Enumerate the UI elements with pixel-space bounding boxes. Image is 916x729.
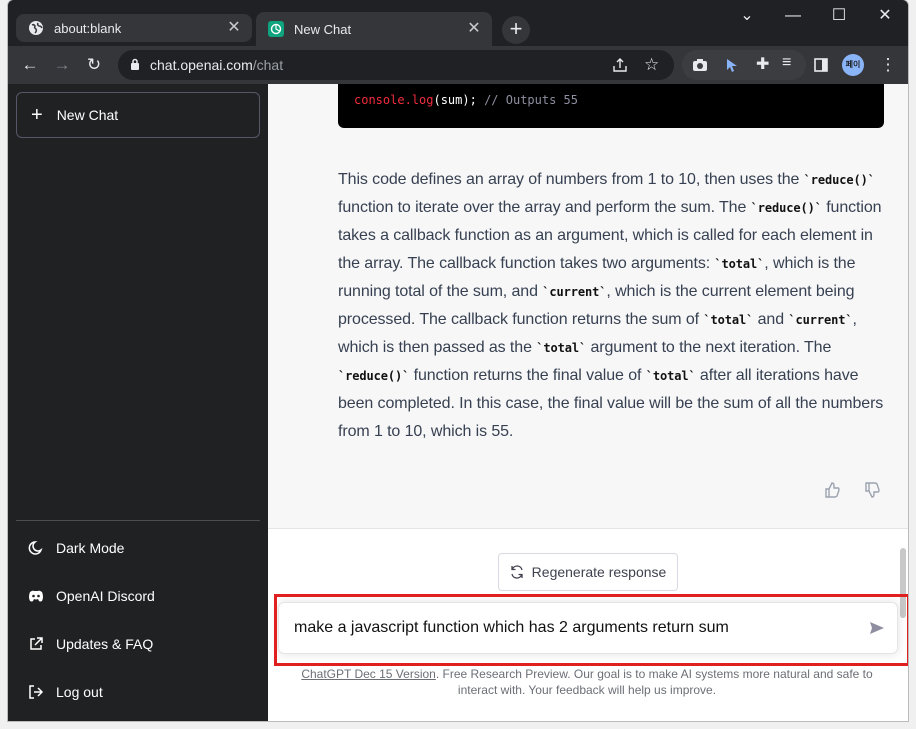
new-tab-button[interactable]: +	[502, 16, 530, 44]
answer-text-segment: function to iterate over the array and p…	[338, 199, 751, 216]
inline-code: `total`	[703, 313, 754, 327]
code-line: console.log(sum); // Outputs 55	[338, 84, 884, 116]
sidebar-item-label: OpenAI Discord	[56, 588, 155, 604]
footer-text: . Free Research Preview. Our goal is to …	[435, 667, 873, 697]
tab-strip: about:blank ✕ New Chat ✕ + ⌄ — ☐ ✕	[8, 0, 908, 46]
logout-icon	[29, 685, 44, 699]
tab-search-chevron-icon[interactable]: ⌄	[724, 4, 770, 28]
inline-code: `reduce()`	[803, 173, 875, 187]
version-link[interactable]: ChatGPT Dec 15 Version	[301, 667, 436, 681]
code-function: console.log	[354, 93, 434, 107]
plus-icon: +	[31, 104, 43, 126]
regenerate-response-button[interactable]: Regenerate response	[498, 553, 678, 591]
share-icon[interactable]	[612, 57, 628, 73]
tab-close-icon[interactable]: ✕	[226, 20, 242, 36]
answer-text-segment: function returns the final value of	[409, 367, 646, 384]
openai-logo-icon	[268, 21, 284, 37]
sidebar-divider	[16, 520, 260, 521]
sidebar: + New Chat Dark Mode OpenAI Discord Upda…	[8, 84, 268, 721]
tab-label: about:blank	[54, 20, 122, 36]
assistant-message: console.log(sum); // Outputs 55 This cod…	[268, 84, 908, 528]
highlight-box	[274, 594, 908, 666]
address-bar[interactable]: chat.openai.com/chat ☆	[118, 50, 674, 80]
inline-code: `current`	[788, 313, 853, 327]
tab-new-chat[interactable]: New Chat ✕	[256, 12, 492, 46]
close-window-button[interactable]: ✕	[862, 4, 908, 28]
extensions-group: ✚ ≡	[682, 50, 806, 80]
sidebar-item-dark-mode[interactable]: Dark Mode	[16, 526, 260, 570]
footer-disclaimer: ChatGPT Dec 15 Version. Free Research Pr…	[292, 666, 882, 698]
minimize-button[interactable]: —	[770, 4, 816, 28]
menu-kebab-icon[interactable]: ⋮	[874, 51, 902, 79]
code-comment: // Outputs 55	[484, 93, 578, 107]
back-arrow-icon[interactable]: ←	[16, 51, 44, 79]
answer-text-segment: This code defines an array of numbers fr…	[338, 171, 804, 188]
answer-text-segment: argument to the next iteration. The	[586, 339, 832, 356]
bookmark-star-icon[interactable]: ☆	[644, 50, 659, 80]
moon-icon	[28, 541, 43, 555]
external-link-icon	[30, 637, 43, 650]
browser-window: about:blank ✕ New Chat ✕ + ⌄ — ☐ ✕ ← → ↻	[8, 0, 908, 721]
inline-code: `total`	[536, 341, 587, 355]
reload-icon[interactable]: ↻	[80, 51, 108, 79]
code-block: console.log(sum); // Outputs 55	[338, 84, 884, 128]
media-queue-icon[interactable]: ≡	[782, 54, 791, 72]
answer-paragraph: This code defines an array of numbers fr…	[338, 166, 888, 446]
sidebar-item-updates-faq[interactable]: Updates & FAQ	[16, 622, 260, 666]
inline-code: `total`	[714, 257, 765, 271]
maximize-button[interactable]: ☐	[816, 4, 862, 28]
message-separator	[268, 528, 908, 529]
inline-code: `current`	[542, 285, 607, 299]
inline-code: `reduce()`	[750, 201, 822, 215]
new-chat-label: New Chat	[56, 107, 119, 123]
refresh-icon	[511, 565, 523, 579]
side-panel-icon[interactable]	[814, 58, 828, 72]
thumbs-up-icon[interactable]	[824, 482, 840, 498]
chat-main: console.log(sum); // Outputs 55 This cod…	[268, 84, 908, 721]
thumbs-down-icon[interactable]	[864, 482, 880, 498]
regenerate-label: Regenerate response	[531, 564, 667, 580]
url-host: chat.openai.com	[150, 57, 253, 73]
code-args: (sum);	[433, 93, 477, 107]
sidebar-item-label: Log out	[56, 684, 103, 700]
answer-text-segment: and	[753, 311, 789, 328]
globe-icon	[29, 21, 43, 35]
inline-code: `total`	[645, 369, 696, 383]
sidebar-item-log-out[interactable]: Log out	[16, 670, 260, 714]
lock-icon	[131, 58, 139, 70]
extensions-puzzle-icon[interactable]: ✚	[756, 54, 769, 74]
inline-code: `reduce()`	[338, 369, 410, 383]
discord-icon	[29, 590, 43, 602]
tab-label: New Chat	[294, 21, 352, 37]
tab-about-blank[interactable]: about:blank ✕	[16, 14, 252, 42]
browser-toolbar: ← → ↻ chat.openai.com/chat ☆ ✚ ≡ 페이 ⋮	[8, 46, 908, 84]
camera-icon[interactable]	[692, 57, 708, 73]
sidebar-item-label: Updates & FAQ	[56, 636, 154, 652]
tab-close-icon[interactable]: ✕	[466, 21, 482, 37]
sidebar-item-label: Dark Mode	[56, 540, 125, 556]
cursor-icon[interactable]	[724, 57, 740, 73]
forward-arrow-icon[interactable]: →	[48, 51, 76, 79]
new-chat-button[interactable]: + New Chat	[16, 92, 260, 138]
sidebar-item-discord[interactable]: OpenAI Discord	[16, 574, 260, 618]
profile-avatar[interactable]: 페이	[842, 54, 864, 76]
url-path: /chat	[252, 57, 284, 73]
